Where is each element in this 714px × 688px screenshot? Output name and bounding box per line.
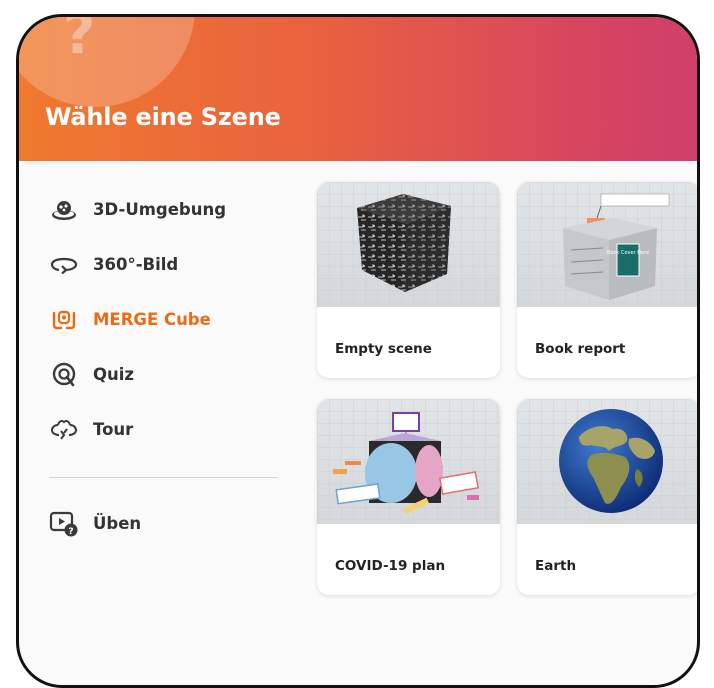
- sidebar-item-tour[interactable]: Tour: [49, 402, 279, 457]
- scene-card-earth[interactable]: Earth: [517, 399, 697, 595]
- tour-icon: [49, 417, 79, 443]
- header: ? Wähle eine Szene: [19, 17, 697, 161]
- help-icon: ?: [63, 17, 96, 67]
- sidebar-item-practice[interactable]: ? Üben: [49, 496, 279, 551]
- scene-label: Book report: [535, 341, 626, 357]
- book-cover-text: Book Cover Here: [607, 250, 649, 256]
- scene-thumbnail: [317, 182, 500, 307]
- scene-card-book-report[interactable]: Book Cover Here Book report: [517, 182, 697, 378]
- sidebar-item-label: Üben: [93, 514, 142, 533]
- sidebar-item-label: Tour: [93, 420, 134, 439]
- sidebar-item-label: 360°-Bild: [93, 255, 179, 274]
- sidebar-item-3d-environment[interactable]: 3D-Umgebung: [49, 182, 279, 237]
- sidebar-item-label: MERGE Cube: [93, 310, 211, 329]
- sidebar-item-label: 3D-Umgebung: [93, 200, 227, 219]
- sidebar-item-360-image[interactable]: 360°-Bild: [49, 237, 279, 292]
- scene-thumbnail: [317, 399, 500, 524]
- svg-text:?: ?: [68, 527, 73, 537]
- 360-image-icon: [49, 252, 79, 278]
- sidebar-item-merge-cube[interactable]: MERGE Cube: [49, 292, 279, 347]
- page-title: Wähle eine Szene: [45, 103, 281, 131]
- scene-card-empty[interactable]: Empty scene: [317, 182, 500, 378]
- sidebar: 3D-Umgebung 360°-Bild MERGE Cube Quiz To…: [49, 182, 279, 551]
- scene-label: Empty scene: [335, 341, 432, 357]
- scene-thumbnail: Book Cover Here: [517, 182, 697, 307]
- practice-video-icon: ?: [49, 511, 79, 537]
- quiz-icon: [49, 362, 79, 388]
- scene-label: COVID-19 plan: [335, 558, 446, 574]
- scene-label: Earth: [535, 558, 577, 574]
- scene-thumbnail: [517, 399, 697, 524]
- sidebar-item-label: Quiz: [93, 365, 135, 384]
- scene-card-covid-plan[interactable]: COVID-19 plan: [317, 399, 500, 595]
- app-window: ? Wähle eine Szene 3D-Umgebung 360°-Bild…: [16, 14, 700, 688]
- 3d-environment-icon: [49, 197, 79, 223]
- merge-cube-icon: [49, 307, 79, 333]
- sidebar-divider: [49, 477, 277, 478]
- help-button[interactable]: ?: [19, 17, 195, 107]
- sidebar-item-quiz[interactable]: Quiz: [49, 347, 279, 402]
